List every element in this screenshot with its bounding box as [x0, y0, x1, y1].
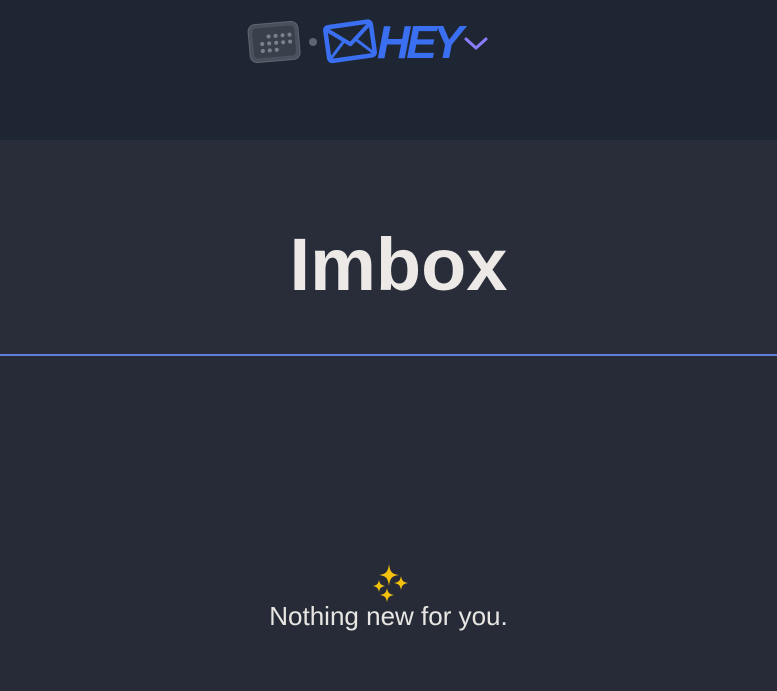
empty-state: Nothing new for you. — [0, 562, 777, 631]
hey-logo-text: HEY — [377, 16, 464, 68]
envelope-icon — [323, 19, 378, 64]
hey-app-switcher[interactable]: HEY — [322, 14, 494, 70]
page-header: Imbox — [0, 140, 777, 354]
calendar-icon — [247, 20, 301, 64]
sparkles-icon — [372, 564, 408, 602]
separator-dot — [309, 38, 317, 46]
header-divider — [0, 354, 777, 356]
calendar-app-button[interactable] — [245, 18, 303, 64]
empty-state-message: Nothing new for you. — [269, 601, 508, 631]
top-bar: HEY — [0, 0, 777, 140]
page-title: Imbox — [289, 223, 508, 306]
chevron-down-icon — [464, 37, 488, 50]
